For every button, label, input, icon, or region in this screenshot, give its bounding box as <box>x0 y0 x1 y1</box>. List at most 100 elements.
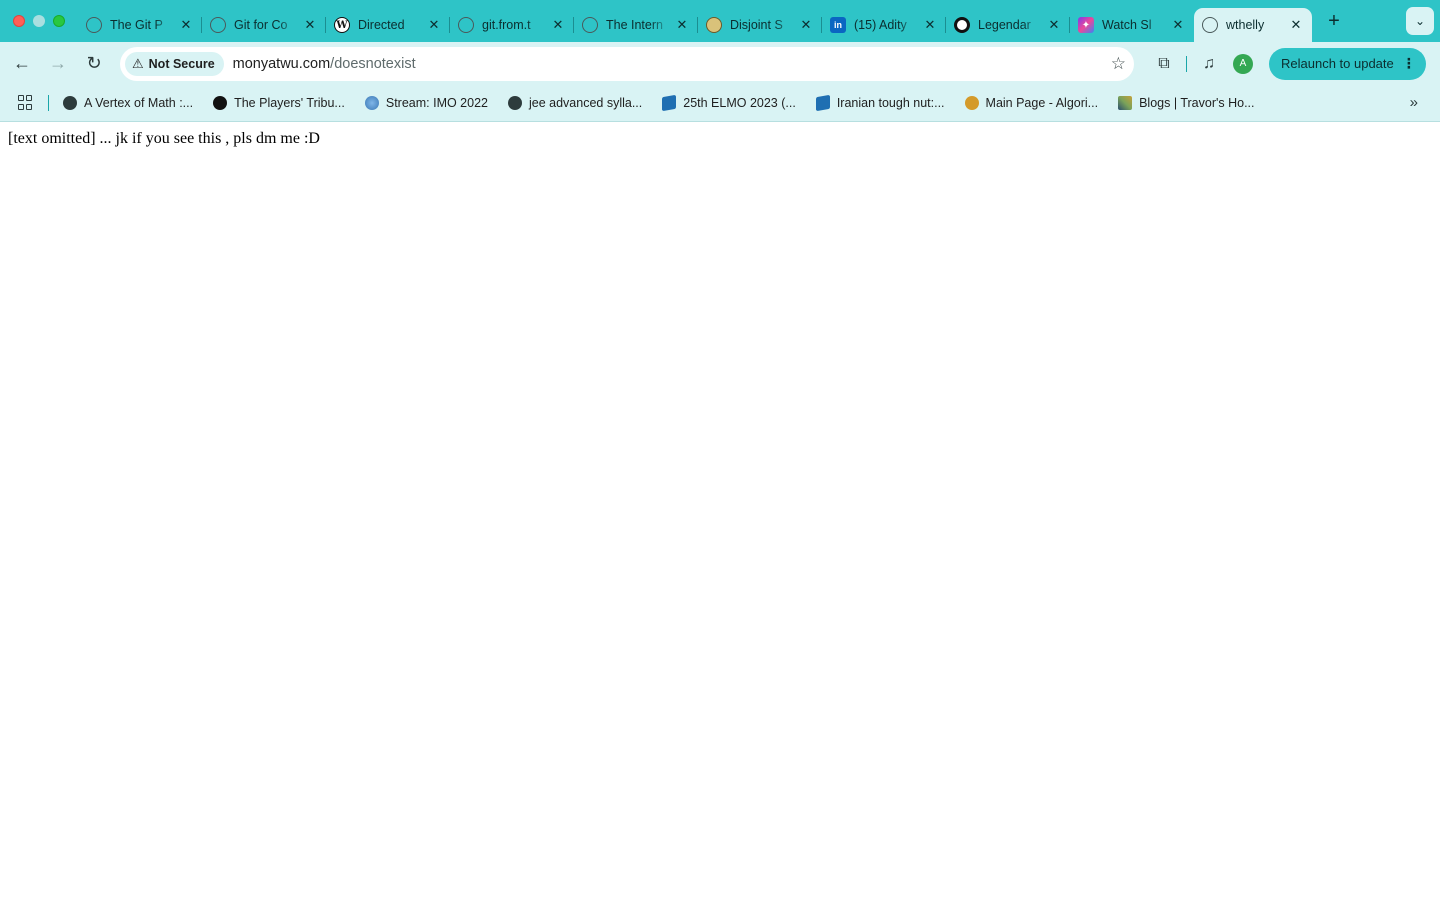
bookmark-item[interactable]: Main Page - Algori... <box>964 96 1098 110</box>
window-controls <box>0 15 78 27</box>
close-icon[interactable]: ✕ <box>1170 17 1186 33</box>
new-tab-button[interactable]: + <box>1320 7 1348 35</box>
bookmark-item[interactable]: jee advanced sylla... <box>507 96 643 110</box>
url-host: monyatwu.com <box>232 55 331 72</box>
globe-icon <box>507 96 522 110</box>
tab-title: Disjoint S <box>730 18 783 32</box>
globe-icon <box>63 96 77 110</box>
toolbar: ← → ↻ ⚠ Not Secure monyatwu.com/doesnote… <box>0 42 1440 85</box>
back-button[interactable]: ← <box>6 48 38 80</box>
aops-cube-icon <box>815 94 830 112</box>
apps-grid-icon[interactable] <box>18 95 34 111</box>
bookmark-label: jee advanced sylla... <box>528 96 643 110</box>
tab-title: The Intern <box>606 18 663 32</box>
chevron-down-icon: ⌄ <box>1414 14 1426 28</box>
blog-icon <box>1118 96 1133 110</box>
security-indicator[interactable]: ⚠ Not Secure <box>125 51 224 76</box>
tab-title: Directed <box>358 18 405 32</box>
bookmark-label: Stream: IMO 2022 <box>385 96 488 110</box>
bookmark-label: A Vertex of Math :... <box>84 96 194 110</box>
stream-icon <box>364 96 379 110</box>
disjoint-icon <box>706 17 722 33</box>
close-icon[interactable]: ✕ <box>426 17 442 33</box>
tab[interactable]: Disjoint S ✕ <box>698 8 822 42</box>
globe-icon <box>210 17 226 33</box>
globe-icon <box>1202 17 1218 33</box>
media-queue-icon: ♫ <box>1203 54 1215 72</box>
tab[interactable]: Legendar ✕ <box>946 8 1070 42</box>
warning-icon: ⚠ <box>132 55 144 71</box>
close-icon[interactable]: ✕ <box>302 17 318 33</box>
tab-title: git.from.t <box>482 18 531 32</box>
tab-title: Legendar <box>978 18 1031 32</box>
relaunch-button[interactable]: Relaunch to update ⋮ <box>1269 47 1426 80</box>
tab-title: Git for Co <box>234 18 288 32</box>
media-controls-button[interactable]: ♫ <box>1193 48 1225 80</box>
bookmark-label: Iranian tough nut:... <box>836 96 945 110</box>
arrow-left-icon: ← <box>13 53 31 73</box>
tab[interactable]: in (15) Adity ✕ <box>822 8 946 42</box>
bookmark-item[interactable]: Stream: IMO 2022 <box>364 96 488 110</box>
bookmark-item[interactable]: The Players' Tribu... <box>213 96 345 110</box>
tab-search-button[interactable]: ⌄ <box>1406 7 1434 35</box>
target-icon <box>954 17 970 33</box>
close-icon[interactable]: ✕ <box>798 17 814 33</box>
security-label: Not Secure <box>148 56 215 71</box>
tab-title: wthelly <box>1226 18 1265 32</box>
tab-title: (15) Adity <box>854 18 907 32</box>
bookmark-item[interactable]: 25th ELMO 2023 (... <box>662 94 796 112</box>
page-content: [text omitted] ... jk if you see this , … <box>0 122 1440 156</box>
reload-button[interactable]: ↻ <box>78 48 110 80</box>
window-maximize-button[interactable] <box>53 15 65 27</box>
window-minimize-button[interactable] <box>33 15 45 27</box>
toolbar-divider <box>1186 55 1187 72</box>
bookmark-label: Blogs | Travor's Ho... <box>1139 96 1255 110</box>
tab[interactable]: git.from.t ✕ <box>450 8 574 42</box>
bookmarks-bar: A Vertex of Math :... The Players' Tribu… <box>0 85 1440 122</box>
bookmark-label: The Players' Tribu... <box>234 96 345 110</box>
tab[interactable]: ✦ Watch Sl ✕ <box>1070 8 1194 42</box>
close-icon[interactable]: ✕ <box>674 17 690 33</box>
tab-strip: The Git P ✕ Git for Co ✕ W Directed ✕ gi… <box>0 0 1440 42</box>
aops-cube-icon <box>662 94 677 112</box>
reload-icon: ↻ <box>86 53 102 73</box>
arrow-right-icon: → <box>49 53 67 73</box>
watch-icon: ✦ <box>1078 17 1094 33</box>
tab[interactable]: W Directed ✕ <box>326 8 450 42</box>
tab[interactable]: Git for Co ✕ <box>202 8 326 42</box>
bookmark-item[interactable]: Blogs | Travor's Ho... <box>1118 96 1255 110</box>
bookmark-star-icon[interactable]: ☆ <box>1111 54 1126 74</box>
close-icon[interactable]: ✕ <box>178 17 194 33</box>
tab-active[interactable]: wthelly ✕ <box>1194 8 1312 42</box>
profile-avatar[interactable]: A <box>1233 53 1253 74</box>
kebab-menu-icon: ⋮ <box>1401 55 1416 71</box>
bookmark-label: 25th ELMO 2023 (... <box>683 96 796 110</box>
algorithmica-icon <box>964 96 979 110</box>
chevron-double-right-icon[interactable]: » <box>1410 94 1418 111</box>
globe-icon <box>86 17 102 33</box>
globe-icon <box>458 17 474 33</box>
plus-icon: + <box>1328 9 1340 32</box>
extensions-button[interactable]: ⧉ <box>1148 48 1180 80</box>
close-icon[interactable]: ✕ <box>922 17 938 33</box>
browser-chrome: The Git P ✕ Git for Co ✕ W Directed ✕ gi… <box>0 0 1440 122</box>
tab-title: Watch Sl <box>1102 18 1152 32</box>
address-bar[interactable]: ⚠ Not Secure monyatwu.com/doesnotexist ☆ <box>120 46 1134 81</box>
forward-button[interactable]: → <box>42 48 74 80</box>
tab-title: The Git P <box>110 18 163 32</box>
close-icon[interactable]: ✕ <box>1046 17 1062 33</box>
bookmarks-divider <box>48 95 49 111</box>
tab[interactable]: The Git P ✕ <box>78 8 202 42</box>
globe-icon <box>582 17 598 33</box>
bookmark-item[interactable]: A Vertex of Math :... <box>63 96 193 110</box>
puzzle-icon: ⧉ <box>1158 54 1170 72</box>
tab-list: The Git P ✕ Git for Co ✕ W Directed ✕ gi… <box>78 0 1312 42</box>
bookmark-item[interactable]: Iranian tough nut:... <box>815 94 945 112</box>
window-close-button[interactable] <box>13 15 25 27</box>
url-path: /doesnotexist <box>330 55 416 72</box>
close-icon[interactable]: ✕ <box>550 17 566 33</box>
url-text[interactable]: monyatwu.com/doesnotexist <box>233 56 1111 72</box>
close-icon[interactable]: ✕ <box>1288 17 1304 33</box>
linkedin-icon: in <box>830 17 846 33</box>
tab[interactable]: The Intern ✕ <box>574 8 698 42</box>
